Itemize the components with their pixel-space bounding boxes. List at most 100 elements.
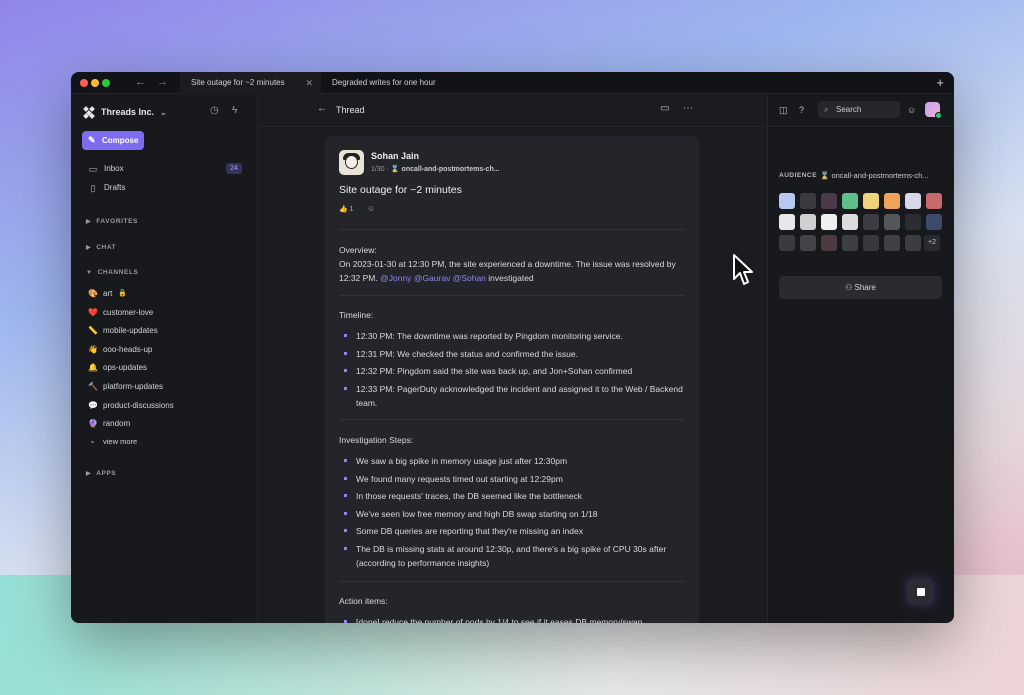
post-meta: 1/30 · ⌛ oncall-and-postmortems-ch... — [371, 165, 500, 173]
avatar[interactable] — [863, 214, 879, 230]
channel-mobile-updates[interactable]: 📏 mobile-updates — [88, 324, 158, 337]
view-more-link[interactable]: ⌄ view more — [88, 435, 138, 448]
avatar[interactable] — [863, 193, 879, 209]
avatar[interactable] — [884, 214, 900, 230]
channel-ooo-heads-up[interactable]: 👋 ooo-heads-up — [88, 343, 152, 356]
section-label: FAVORITES — [96, 218, 138, 225]
post-channel[interactable]: oncall-and-postmortems-ch... — [402, 166, 500, 173]
avatar[interactable] — [339, 150, 364, 175]
list-item: 12:31 PM: We checked the status and conf… — [339, 347, 685, 361]
stop-button[interactable] — [907, 578, 934, 605]
caret-down-icon: ▼ — [86, 270, 93, 276]
close-window-button[interactable] — [80, 79, 88, 87]
divider — [339, 419, 685, 420]
author-name[interactable]: Sohan Jain — [371, 151, 419, 161]
new-tab-button[interactable]: + — [936, 75, 944, 90]
mention-gaurav[interactable]: @Gaurav — [414, 273, 451, 283]
panel-toggle-icon[interactable]: ◫ — [779, 105, 788, 116]
avatar[interactable] — [863, 235, 879, 251]
share-button[interactable]: ⚇ Share — [779, 276, 942, 299]
avatar[interactable] — [800, 193, 816, 209]
close-tab-icon[interactable]: ✕ — [305, 72, 313, 94]
avatar[interactable] — [884, 235, 900, 251]
channel-name: product-discussions — [103, 401, 174, 410]
overview-label: Overview: — [339, 245, 377, 255]
channel-platform-updates[interactable]: 🔨 platform-updates — [88, 380, 163, 393]
tab-site-outage[interactable]: Site outage for ~2 minutes ✕ — [180, 72, 321, 94]
workspace-name: Threads Inc. — [101, 107, 155, 117]
sidebar: Threads Inc. ⌄ ◷ ϟ ✎ Compose ▭ Inbox 24 … — [71, 94, 258, 623]
channel-emoji: 💬 — [88, 401, 98, 410]
minimize-window-button[interactable] — [91, 79, 99, 87]
tab-label: Site outage for ~2 minutes — [191, 78, 285, 87]
audience-channel[interactable]: ⌛ oncall-and-postmortems-ch... — [820, 171, 929, 180]
search-input[interactable]: ⌕ Search — [818, 101, 900, 118]
chevron-down-icon: ⌄ — [160, 107, 167, 117]
lightning-icon[interactable]: ϟ — [232, 105, 237, 116]
sidebar-item-drafts[interactable]: ▯ Drafts — [88, 181, 126, 195]
avatar[interactable] — [800, 214, 816, 230]
section-channels[interactable]: ▼ CHANNELS — [86, 269, 138, 276]
channel-emoji: 👋 — [88, 345, 98, 354]
sidebar-item-inbox[interactable]: ▭ Inbox — [88, 162, 124, 176]
mention-sohan[interactable]: @Sohan — [453, 273, 486, 283]
compose-button[interactable]: ✎ Compose — [82, 131, 144, 150]
more-members-badge[interactable]: +2 — [924, 235, 940, 251]
tab-label: Degraded writes for one hour — [332, 78, 436, 87]
section-favorites[interactable]: ▶ FAVORITES — [86, 218, 138, 225]
channel-random[interactable]: 🔮 random — [88, 417, 130, 430]
avatar[interactable] — [905, 193, 921, 209]
back-arrow-icon[interactable]: ← — [135, 76, 146, 88]
user-avatar[interactable] — [925, 102, 942, 119]
avatar[interactable] — [905, 214, 921, 230]
tab-degraded-writes[interactable]: Degraded writes for one hour — [321, 72, 461, 94]
more-options-icon[interactable]: ⋯ — [683, 103, 693, 114]
page-title: Thread — [336, 105, 365, 115]
list-item: [done] reduce the number of pods by 1/4 … — [339, 615, 685, 623]
avatar[interactable] — [884, 193, 900, 209]
add-emoji-icon[interactable]: ☺ — [907, 105, 916, 115]
channel-product-discussions[interactable]: 💬 product-discussions — [88, 399, 174, 412]
help-icon[interactable]: ? — [799, 105, 804, 115]
avatar[interactable] — [842, 235, 858, 251]
channel-name: platform-updates — [103, 382, 164, 391]
avatar[interactable] — [926, 214, 942, 230]
steps-label: Investigation Steps: — [339, 435, 414, 445]
channel-ops-updates[interactable]: 🔔 ops-updates — [88, 361, 147, 374]
audience-label: AUDIENCE — [779, 172, 817, 179]
channel-art[interactable]: 🎨 art 🔒 — [88, 287, 127, 300]
avatar[interactable] — [905, 235, 921, 251]
reaction-thumbs-up[interactable]: 👍 1 — [339, 205, 354, 213]
timeline-label: Timeline: — [339, 310, 374, 320]
avatar[interactable] — [842, 214, 858, 230]
history-icon[interactable]: ◷ — [210, 105, 219, 116]
avatar[interactable] — [779, 193, 795, 209]
action-items-list: [done] reduce the number of pods by 1/4 … — [339, 615, 685, 623]
hourglass-icon: ⌛ — [390, 166, 400, 173]
section-apps[interactable]: ▶ APPS — [86, 470, 116, 477]
add-reaction-icon[interactable]: ☺ — [367, 204, 375, 213]
post-date: 1/30 — [371, 166, 385, 173]
avatar[interactable] — [800, 235, 816, 251]
maximize-window-button[interactable] — [102, 79, 110, 87]
channel-customer-love[interactable]: ❤️ customer-love — [88, 306, 153, 319]
avatar[interactable] — [821, 214, 837, 230]
section-chat[interactable]: ▶ CHAT — [86, 244, 116, 251]
forward-arrow-icon[interactable]: → — [157, 76, 168, 88]
avatar[interactable] — [926, 193, 942, 209]
avatar[interactable] — [821, 235, 837, 251]
avatar[interactable] — [842, 193, 858, 209]
avatar[interactable] — [779, 235, 795, 251]
search-placeholder: Search — [836, 105, 862, 114]
avatar[interactable] — [779, 214, 795, 230]
list-item: The DB is missing stats at around 12:30p… — [339, 542, 685, 570]
avatar[interactable] — [821, 193, 837, 209]
workspace-switcher[interactable]: Threads Inc. ⌄ — [83, 104, 167, 120]
list-item: In those requests' traces, the DB seemed… — [339, 489, 685, 503]
mention-jonny[interactable]: @Jonny — [380, 273, 411, 283]
caret-right-icon: ▶ — [86, 245, 92, 251]
comment-icon[interactable]: ▭ — [660, 103, 669, 114]
channel-emoji: 🔔 — [88, 363, 98, 372]
audience-channel-name: oncall-and-postmortems-ch... — [831, 171, 929, 180]
back-arrow-icon[interactable]: ← — [317, 103, 327, 114]
